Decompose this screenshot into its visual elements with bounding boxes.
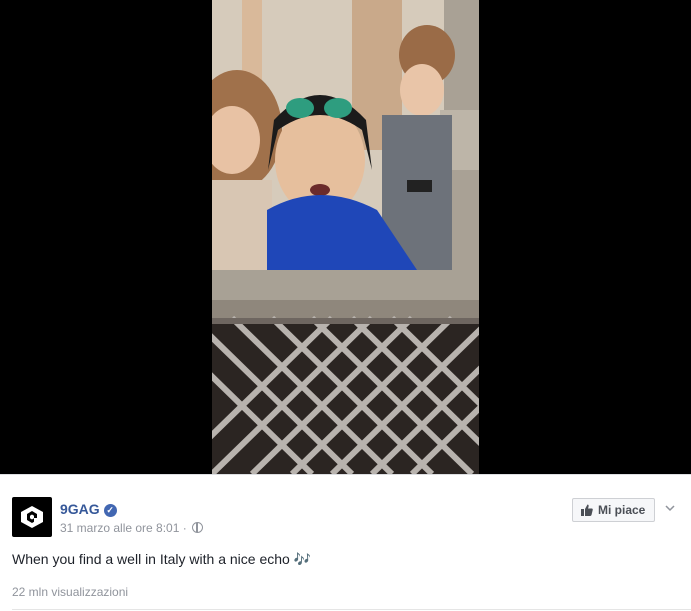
post-meta: 31 marzo alle ore 8:01 · [60,521,204,535]
video-player[interactable] [0,0,691,474]
chevron-down-icon[interactable] [665,501,675,515]
post-text: When you find a well in Italy with a nic… [12,551,312,567]
video-frame[interactable] [212,0,479,474]
like-label: Mi piace [598,503,646,517]
view-count: 22 mln visualizzazioni [12,585,129,599]
verified-badge-icon: ✓ [103,504,117,517]
meta-separator: · [182,521,187,535]
like-page-button[interactable]: Mi piace [572,498,656,522]
page-name-link[interactable]: 9GAG ✓ [60,501,117,517]
video-frame-icon [212,0,479,474]
thumbs-up-icon [581,504,593,516]
post-card: 9GAG ✓ 31 marzo alle ore 8:01 · Mi piace … [0,474,691,611]
globe-icon[interactable] [192,522,204,533]
page-name: 9GAG [60,501,100,517]
9gag-logo-icon [21,506,43,528]
page-avatar[interactable] [12,497,52,537]
post-timestamp[interactable]: 31 marzo alle ore 8:01 [60,521,179,535]
